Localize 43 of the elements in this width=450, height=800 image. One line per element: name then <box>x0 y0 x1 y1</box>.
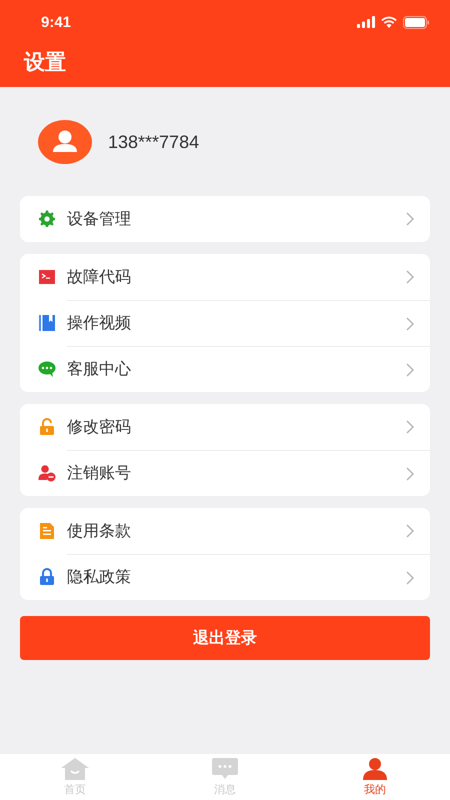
tab[interactable]: 我的 <box>300 754 450 800</box>
settings-item[interactable]: 使用条款 <box>20 508 430 554</box>
wifi-icon <box>381 16 397 28</box>
user-remove-icon <box>38 464 56 482</box>
item-label: 使用条款 <box>67 520 131 542</box>
document-icon <box>38 522 56 540</box>
page-title: 设置 <box>22 49 66 76</box>
item-label: 故障代码 <box>67 266 131 288</box>
home-icon <box>61 758 89 780</box>
lock-icon <box>38 418 56 436</box>
status-time: 9:41 <box>41 14 72 30</box>
chat-bubble-icon <box>38 360 56 378</box>
chevron-icon <box>406 362 414 376</box>
item-label: 设备管理 <box>67 208 131 230</box>
person-icon <box>362 758 388 780</box>
settings-item[interactable]: 设备管理 <box>20 196 430 242</box>
item-label: 客服中心 <box>67 359 131 380</box>
settings-item[interactable]: 操作视频 <box>20 300 430 346</box>
item-label: 修改密码 <box>67 416 131 438</box>
message-icon <box>212 758 238 780</box>
item-label: 隐私政策 <box>67 567 131 588</box>
settings-item[interactable]: 故障代码 <box>20 254 430 300</box>
settings-item[interactable]: 修改密码 <box>20 404 430 450</box>
item-label: 注销账号 <box>67 463 131 484</box>
avatar-icon <box>38 120 92 164</box>
battery-icon <box>403 16 430 28</box>
settings-item[interactable]: 客服中心 <box>20 346 430 392</box>
item-label: 操作视频 <box>67 313 131 334</box>
chevron-icon <box>406 466 414 480</box>
chevron-icon <box>406 420 414 434</box>
chevron-icon <box>406 570 414 584</box>
chevron-icon <box>406 316 414 330</box>
book-icon <box>38 314 56 332</box>
chevron-icon <box>406 270 414 284</box>
chevron-icon <box>406 212 414 226</box>
signal-icon <box>357 16 375 28</box>
gear-icon <box>38 210 56 228</box>
phone-number: 138***7784 <box>108 132 200 152</box>
chevron-icon <box>406 524 414 538</box>
settings-item[interactable]: 注销账号 <box>20 450 430 496</box>
lock-icon <box>38 568 56 586</box>
terminal-icon <box>38 268 56 286</box>
settings-item[interactable]: 隐私政策 <box>20 554 430 600</box>
